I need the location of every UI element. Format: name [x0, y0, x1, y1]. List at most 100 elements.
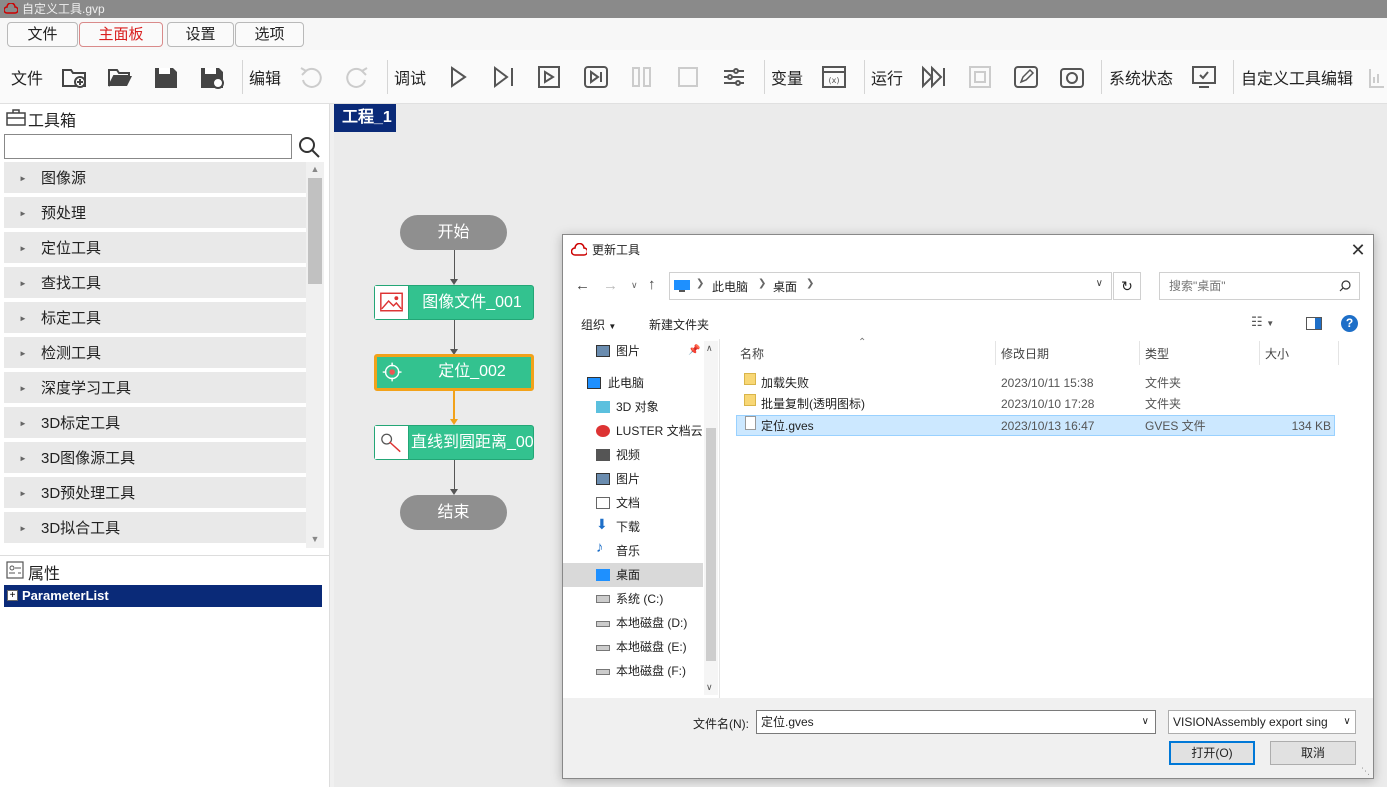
scroll-down-arrow-icon[interactable]: ∨: [706, 682, 713, 693]
nav-item-videos[interactable]: 视频: [563, 443, 703, 467]
toolbox-search-input[interactable]: [4, 134, 292, 159]
sliders-icon[interactable]: [720, 63, 748, 91]
dialog-search-input[interactable]: 搜索"桌面": [1159, 272, 1360, 300]
menu-tab-file[interactable]: 文件: [7, 22, 78, 47]
forward-arrow-icon[interactable]: →: [603, 277, 618, 294]
column-header-date[interactable]: 修改日期: [1001, 345, 1049, 362]
menu-tab-settings[interactable]: 设置: [167, 22, 234, 47]
toolbox-scrollbar[interactable]: ▲ ▼: [306, 162, 324, 548]
nav-scrollbar[interactable]: ∧ ∨: [704, 341, 718, 695]
new-file-icon[interactable]: [60, 63, 88, 91]
run-once-icon[interactable]: [966, 63, 994, 91]
address-dropdown-icon[interactable]: ∨: [1096, 278, 1103, 289]
flow-node-image-file[interactable]: 图像文件_001: [374, 285, 534, 320]
nav-item-3d-objects[interactable]: 3D 对象: [563, 395, 703, 419]
toolbox-category[interactable]: ► 检测工具: [4, 337, 306, 370]
preview-pane-icon[interactable]: [1306, 317, 1322, 330]
column-separator[interactable]: [1259, 341, 1260, 365]
toolbox-category[interactable]: ► 图像源: [4, 162, 306, 195]
view-options-icon[interactable]: ☷ ▼: [1251, 314, 1274, 330]
breadcrumb-this-pc[interactable]: 此电脑: [712, 278, 748, 295]
chart-icon[interactable]: [1366, 63, 1386, 91]
flow-start-node[interactable]: 开始: [400, 215, 507, 250]
flow-end-node[interactable]: 结束: [400, 495, 507, 530]
stop-icon[interactable]: [674, 63, 702, 91]
file-row[interactable]: 加载失败 2023/10/11 15:38 文件夹: [736, 373, 1335, 394]
toolbox-category[interactable]: ► 深度学习工具: [4, 372, 306, 405]
new-folder-button[interactable]: 新建文件夹: [649, 316, 709, 333]
close-icon[interactable]: ✕: [1348, 239, 1368, 261]
expand-plus-icon[interactable]: +: [7, 590, 18, 601]
tab-project-1[interactable]: 工程_1: [334, 104, 396, 132]
flow-node-line-circle-distance[interactable]: 直线到圆距离_003: [374, 425, 534, 460]
nav-item-documents[interactable]: 文档: [563, 491, 703, 515]
column-separator[interactable]: [1338, 341, 1339, 365]
step-over-icon[interactable]: [490, 63, 518, 91]
monitor-check-icon[interactable]: [1190, 63, 1218, 91]
filetype-select[interactable]: VISIONAssembly export sing ∨: [1168, 710, 1356, 734]
nav-item-pictures[interactable]: 图片: [563, 467, 703, 491]
scroll-down-arrow-icon[interactable]: ▼: [307, 534, 323, 546]
undo-icon[interactable]: [297, 63, 325, 91]
open-button[interactable]: 打开(O): [1169, 741, 1255, 765]
open-folder-icon[interactable]: [106, 63, 134, 91]
file-row-selected[interactable]: 定位.gves 2023/10/13 16:47 GVES 文件 134 KB: [736, 415, 1335, 436]
breadcrumb-desktop[interactable]: 桌面: [773, 278, 797, 295]
nav-item-drive-f[interactable]: 本地磁盘 (F:): [563, 659, 703, 683]
column-header-type[interactable]: 类型: [1145, 345, 1169, 362]
edit-icon[interactable]: [1012, 63, 1040, 91]
nav-item-drive-d[interactable]: 本地磁盘 (D:): [563, 611, 703, 635]
run-continuous-icon[interactable]: [920, 63, 948, 91]
flow-node-locate[interactable]: 定位_002: [374, 354, 534, 391]
refresh-icon[interactable]: ↻: [1113, 272, 1141, 300]
file-row[interactable]: 批量复制(透明图标) 2023/10/10 17:28 文件夹: [736, 394, 1335, 415]
resize-grip-icon[interactable]: ⋱: [1361, 766, 1370, 777]
column-separator[interactable]: [995, 341, 996, 365]
nav-item-pictures-pinned[interactable]: 图片 📌: [563, 339, 703, 363]
nav-item-drive-e[interactable]: 本地磁盘 (E:): [563, 635, 703, 659]
scrollbar-thumb[interactable]: [706, 428, 716, 661]
nav-item-downloads[interactable]: ⬇ 下载: [563, 515, 703, 539]
redo-icon[interactable]: [343, 63, 371, 91]
nav-item-luster-cloud[interactable]: LUSTER 文档云: [563, 419, 703, 443]
nav-item-desktop[interactable]: 桌面: [563, 563, 703, 587]
toolbox-category[interactable]: ► 定位工具: [4, 232, 306, 265]
toolbox-category[interactable]: ► 3D标定工具: [4, 407, 306, 440]
pause-icon[interactable]: [628, 63, 656, 91]
up-arrow-icon[interactable]: ↑: [648, 276, 656, 293]
column-header-size[interactable]: 大小: [1265, 345, 1289, 362]
variable-icon[interactable]: (x): [820, 63, 848, 91]
nav-item-music[interactable]: ♪ 音乐: [563, 539, 703, 563]
menu-tab-main-panel[interactable]: 主面板: [79, 22, 163, 47]
nav-item-drive-c[interactable]: 系统 (C:): [563, 587, 703, 611]
run-to-cursor-icon[interactable]: [536, 63, 564, 91]
toolbox-category[interactable]: ► 查找工具: [4, 267, 306, 300]
parameter-list-row[interactable]: + ParameterList: [4, 585, 322, 607]
filename-input[interactable]: 定位.gves ∨: [756, 710, 1156, 734]
scroll-up-arrow-icon[interactable]: ∧: [706, 343, 713, 354]
organize-menu[interactable]: 组织 ▼: [581, 316, 616, 333]
toolbox-category[interactable]: ► 预处理: [4, 197, 306, 230]
help-icon[interactable]: ?: [1341, 315, 1358, 332]
nav-item-this-pc[interactable]: 此电脑: [563, 371, 703, 395]
step-icon[interactable]: [582, 63, 610, 91]
play-icon[interactable]: [444, 63, 472, 91]
camera-icon[interactable]: [1058, 63, 1086, 91]
recent-dropdown-icon[interactable]: ∨: [631, 280, 638, 291]
save-icon[interactable]: [152, 63, 180, 91]
scroll-up-arrow-icon[interactable]: ▲: [307, 164, 323, 176]
toolbox-category[interactable]: ► 3D图像源工具: [4, 442, 306, 475]
toolbox-category[interactable]: ► 标定工具: [4, 302, 306, 335]
toolbox-category[interactable]: ► 3D拟合工具: [4, 512, 306, 545]
cancel-button[interactable]: 取消: [1270, 741, 1356, 765]
address-bar[interactable]: ❯ 此电脑 ❯ 桌面 ❯ ∨: [669, 272, 1112, 300]
toolbox-category[interactable]: ► 3D预处理工具: [4, 477, 306, 510]
filename-dropdown-icon[interactable]: ∨: [1142, 711, 1149, 733]
filetype-dropdown-icon[interactable]: ∨: [1339, 711, 1355, 733]
back-arrow-icon[interactable]: ←: [575, 277, 590, 294]
menu-tab-options[interactable]: 选项: [235, 22, 304, 47]
column-header-name[interactable]: 名称: [740, 345, 764, 362]
save-as-icon[interactable]: [198, 63, 226, 91]
scrollbar-thumb[interactable]: [308, 178, 322, 284]
column-separator[interactable]: [1139, 341, 1140, 365]
